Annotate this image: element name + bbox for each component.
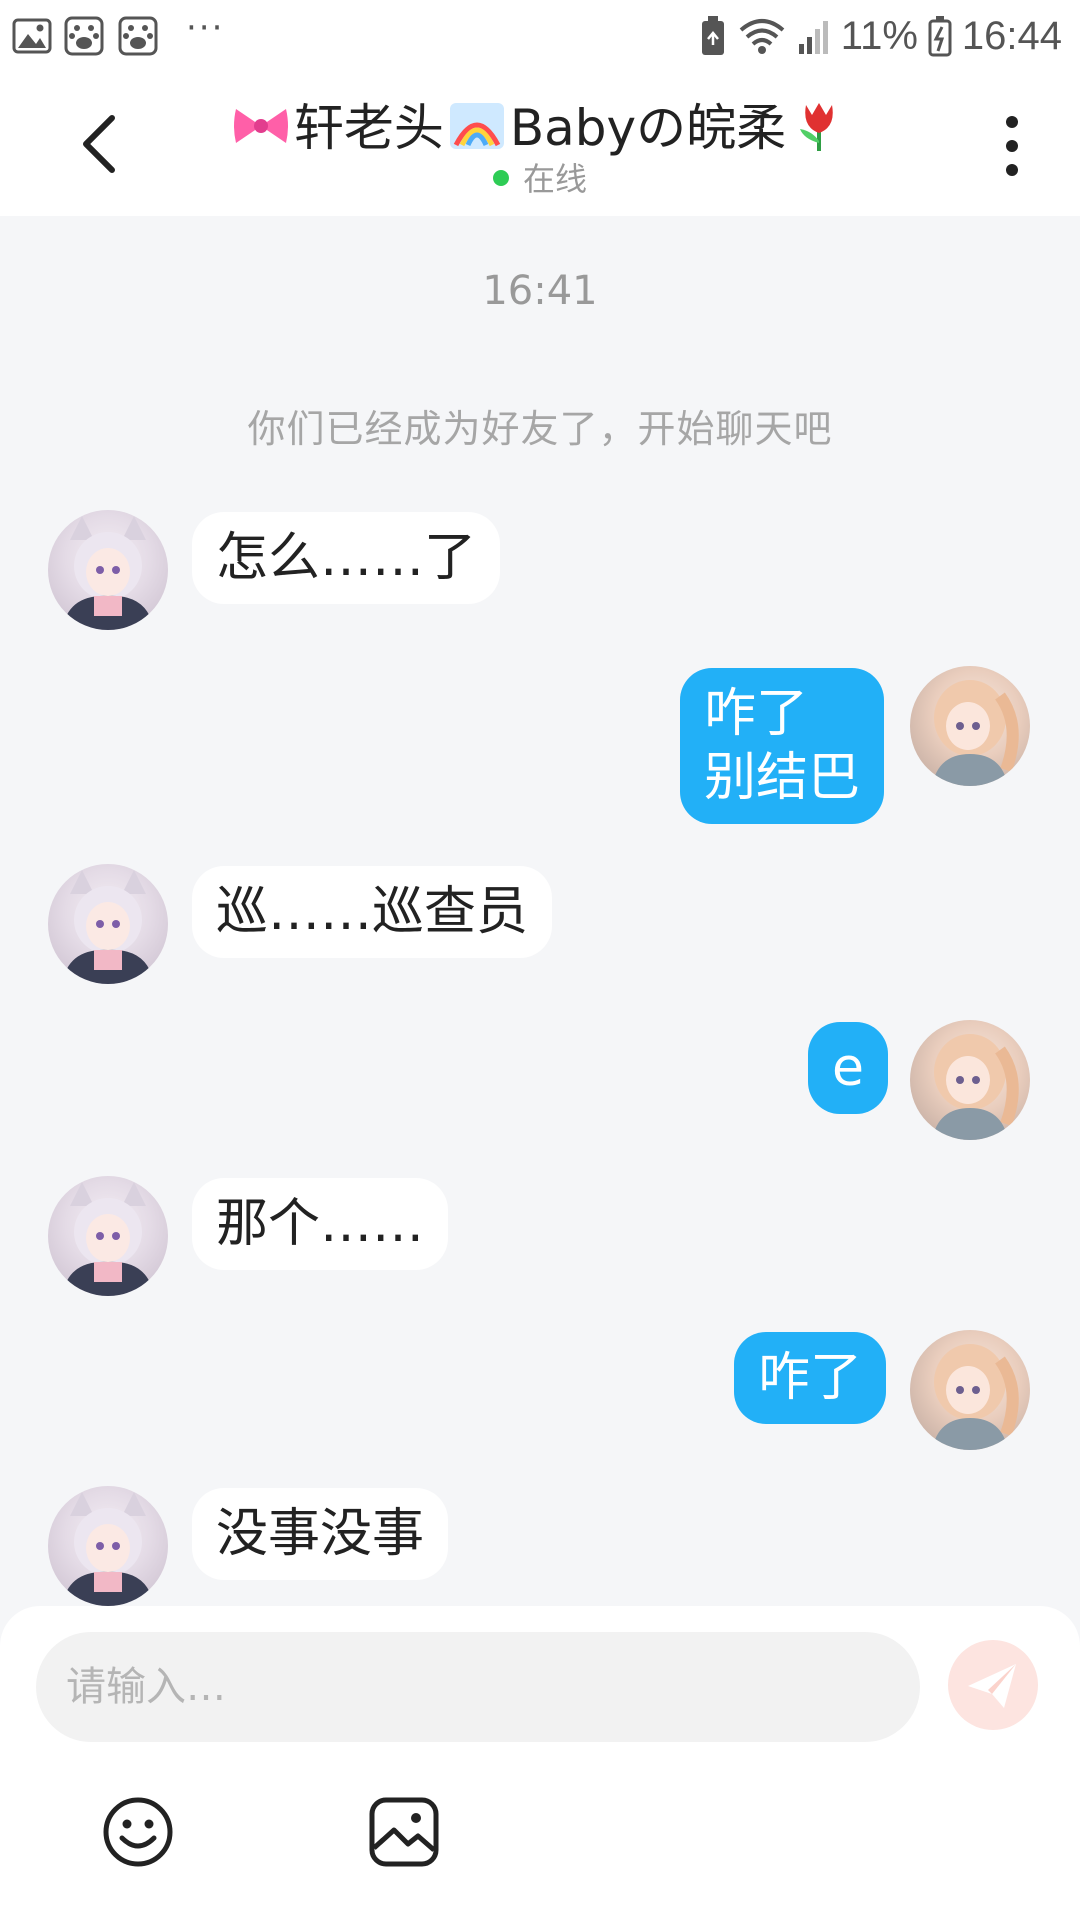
- more-notifications-icon: ···: [186, 8, 225, 48]
- system-message: 你们已经成为好友了，开始聊天吧: [247, 407, 833, 451]
- message-line: 咋了: [704, 684, 809, 744]
- title-name-1: 轩老头: [293, 99, 444, 157]
- my-avatar[interactable]: [910, 666, 1030, 786]
- message-bubble-outgoing[interactable]: e: [808, 1022, 888, 1114]
- tulip-emoji: [800, 103, 833, 151]
- online-dot-icon: [492, 170, 509, 186]
- message-composer: [0, 1606, 1080, 1920]
- ribbon-emoji: [233, 109, 288, 143]
- dot: [1006, 164, 1018, 176]
- more-options-button[interactable]: [1000, 116, 1024, 176]
- image-icon[interactable]: [364, 1792, 444, 1872]
- signal-icon: [798, 21, 828, 54]
- battery-icon: [928, 16, 952, 57]
- baidu-paw-icon: [118, 16, 158, 56]
- message-timestamp: 16:41: [482, 268, 598, 314]
- contact-avatar[interactable]: [48, 510, 168, 630]
- dot: [1006, 116, 1018, 128]
- anime-girl-avatar-icon: [62, 1492, 154, 1606]
- anime-girl-avatar-icon: [62, 516, 154, 630]
- contact-avatar[interactable]: [48, 1176, 168, 1296]
- battery-saver-icon: [701, 16, 724, 55]
- message-bubble-outgoing[interactable]: 咋了: [734, 1332, 887, 1424]
- rainbow-emoji: [449, 103, 504, 149]
- presence-status: 在线: [0, 154, 1080, 200]
- battery-percent: 11%: [840, 13, 918, 58]
- title-name-2: Babyの皖柔: [509, 99, 787, 157]
- anime-girl-avatar-icon: [932, 1344, 1019, 1450]
- contact-avatar[interactable]: [48, 864, 168, 984]
- my-avatar[interactable]: [910, 1330, 1030, 1450]
- emoji-icon[interactable]: [98, 1792, 178, 1872]
- message-bubble-incoming[interactable]: 没事没事: [192, 1488, 449, 1580]
- contact-avatar[interactable]: [48, 1486, 168, 1606]
- message-input[interactable]: [36, 1632, 920, 1742]
- message-bubble-incoming[interactable]: 巡……巡查员: [192, 866, 553, 958]
- wifi-icon: [739, 19, 785, 54]
- paper-plane-icon: [968, 1664, 1016, 1708]
- anime-girl-avatar-icon: [62, 1182, 154, 1296]
- chat-title: 轩老头 Babyの皖柔: [0, 88, 1080, 160]
- baidu-paw-icon: [64, 16, 104, 56]
- message-bubble-incoming[interactable]: 那个……: [192, 1178, 449, 1270]
- anime-girl-avatar-icon: [62, 870, 154, 984]
- presence-label: 在线: [522, 160, 587, 198]
- anime-girl-avatar-icon: [932, 1034, 1019, 1140]
- image-icon: [12, 18, 52, 54]
- clock: 16:44: [961, 13, 1062, 58]
- dot: [1006, 140, 1018, 152]
- my-avatar[interactable]: [910, 1020, 1030, 1140]
- message-bubble-incoming[interactable]: 怎么……了: [192, 512, 501, 604]
- message-bubble-outgoing[interactable]: 咋了 别结巴: [680, 668, 885, 824]
- chat-header: 轩老头 Babyの皖柔 在线: [0, 72, 1080, 216]
- status-bar: ··· 11% 16:44: [0, 0, 1080, 72]
- message-line: 别结巴: [704, 748, 861, 808]
- send-button[interactable]: [948, 1640, 1038, 1730]
- anime-girl-avatar-icon: [932, 680, 1019, 786]
